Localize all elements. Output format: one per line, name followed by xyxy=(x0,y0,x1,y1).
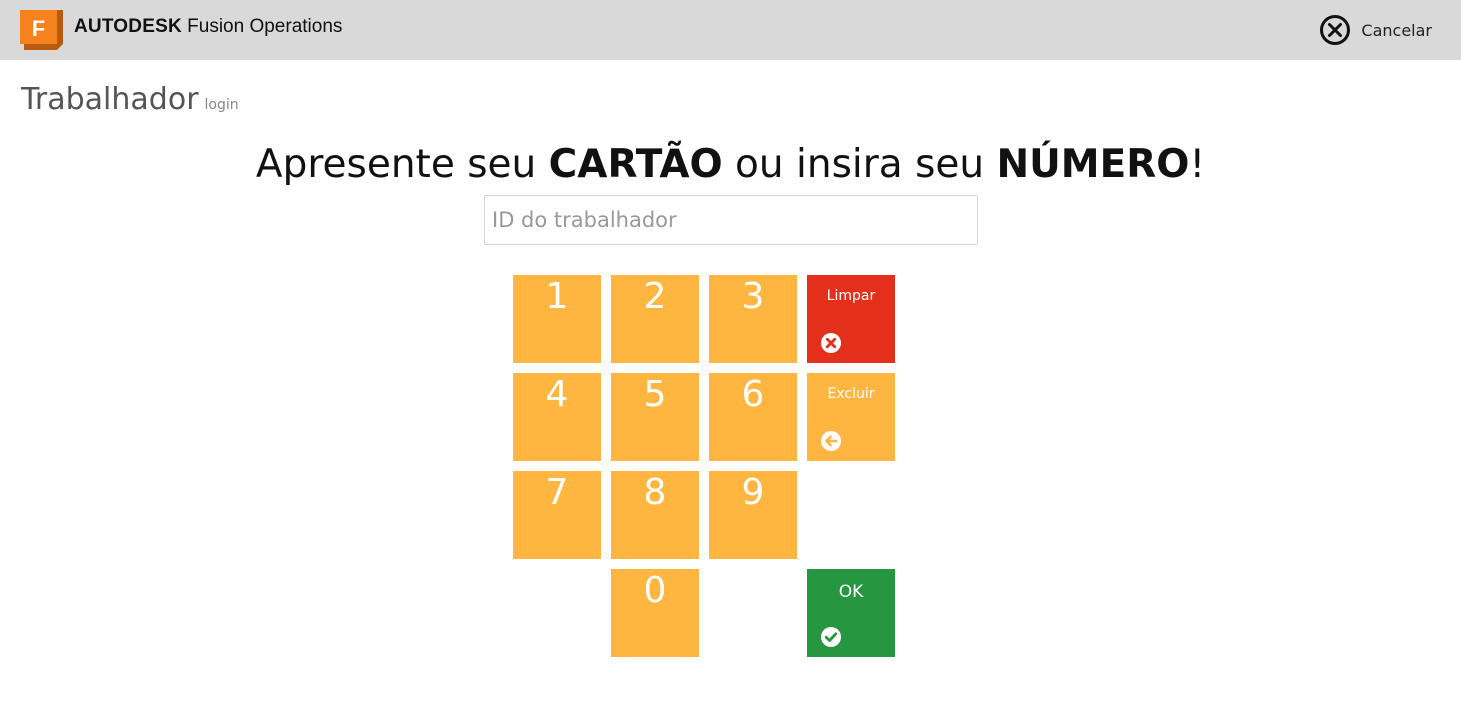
key-7[interactable]: 7 xyxy=(513,471,601,559)
logo-letter: F xyxy=(32,16,45,41)
page-subtitle: login xyxy=(204,97,239,113)
delete-label: Excluir xyxy=(827,386,875,402)
clear-label: Limpar xyxy=(826,288,876,304)
key-9[interactable]: 9 xyxy=(709,471,797,559)
instruction-headline: Apresente seu CARTÃO ou insira seu NÚMER… xyxy=(0,142,1461,187)
brand-autodesk: AUTODESK xyxy=(74,16,182,37)
key-1[interactable]: 1 xyxy=(513,275,601,363)
check-circle-icon xyxy=(821,627,841,647)
x-circle-icon xyxy=(821,333,841,353)
key-4[interactable]: 4 xyxy=(513,373,601,461)
cancel-button[interactable]: Cancelar xyxy=(1319,14,1432,46)
key-5[interactable]: 5 xyxy=(611,373,699,461)
key-9-label: 9 xyxy=(741,472,765,513)
key-4-label: 4 xyxy=(545,374,569,415)
headline-part-3: ! xyxy=(1189,142,1206,187)
key-7-label: 7 xyxy=(545,472,569,513)
brand-product: Fusion Operations xyxy=(187,16,343,37)
headline-part-2: ou insira seu xyxy=(722,142,997,187)
headline-part-1: Apresente seu xyxy=(255,142,549,187)
key-6-label: 6 xyxy=(741,374,765,415)
ok-label: OK xyxy=(838,582,864,602)
worker-id-input[interactable] xyxy=(484,195,978,245)
ok-button[interactable]: OK xyxy=(807,569,895,657)
page-title-text: Trabalhador xyxy=(21,82,199,117)
clear-button[interactable]: Limpar xyxy=(807,275,895,363)
close-circle-icon xyxy=(1320,15,1351,45)
key-2[interactable]: 2 xyxy=(611,275,699,363)
key-3[interactable]: 3 xyxy=(709,275,797,363)
key-5-label: 5 xyxy=(643,374,667,415)
key-2-label: 2 xyxy=(643,276,667,317)
app-brand: AUTODESK Fusion Operations xyxy=(74,16,342,38)
top-bar: F AUTODESK Fusion Operations Cancelar xyxy=(0,0,1461,60)
cancel-label: Cancelar xyxy=(1361,20,1432,40)
page-title: Trabalhador login xyxy=(21,82,239,117)
headline-card: CARTÃO xyxy=(548,142,723,187)
key-0[interactable]: 0 xyxy=(611,569,699,657)
delete-button[interactable]: Excluir xyxy=(807,373,895,461)
key-1-label: 1 xyxy=(545,276,569,317)
arrow-left-circle-icon xyxy=(821,431,841,451)
key-3-label: 3 xyxy=(741,276,765,317)
fusion-logo-icon: F xyxy=(20,10,63,50)
key-8-label: 8 xyxy=(643,472,667,513)
key-8[interactable]: 8 xyxy=(611,471,699,559)
key-6[interactable]: 6 xyxy=(709,373,797,461)
key-0-label: 0 xyxy=(643,570,667,611)
headline-number: NÚMERO xyxy=(996,142,1190,187)
